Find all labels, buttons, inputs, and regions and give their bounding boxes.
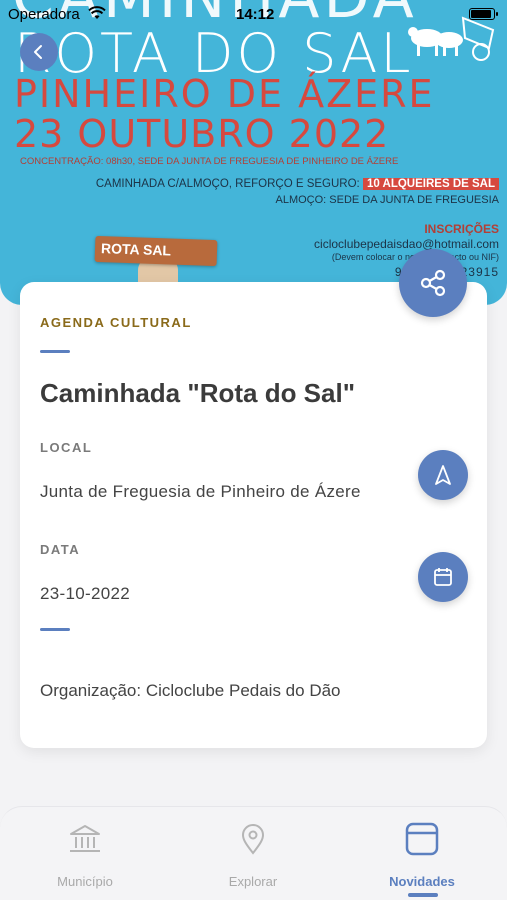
news-icon bbox=[405, 822, 439, 856]
add-to-calendar-button[interactable] bbox=[418, 552, 468, 602]
poster-inscriptions: INSCRIÇÕES bbox=[424, 222, 499, 236]
local-label: LOCAL bbox=[40, 440, 93, 455]
local-value: Junta de Freguesia de Pinheiro de Ázere bbox=[40, 482, 361, 501]
share-icon bbox=[420, 269, 446, 297]
wifi-icon bbox=[88, 6, 106, 19]
navigate-button[interactable] bbox=[418, 450, 468, 500]
poster-lunch: ALMOÇO: SEDE DA JUNTA DE FREGUESIA bbox=[275, 194, 499, 206]
poster-walk-info: CAMINHADA C/ALMOÇO, REFORÇO E SEGURO: 10… bbox=[96, 178, 499, 190]
tab-label: Novidades bbox=[389, 874, 455, 889]
building-icon bbox=[70, 825, 100, 852]
bottom-tab-bar: Município Explorar Novidades bbox=[0, 806, 507, 900]
poster-location: PINHEIRO DE ÁZERE bbox=[14, 72, 435, 116]
poster-email: cicloclubepedaisdao@hotmail.com bbox=[314, 237, 499, 251]
battery-level bbox=[471, 10, 492, 18]
event-detail-card: AGENDA CULTURAL Caminhada "Rota do Sal" … bbox=[20, 282, 487, 748]
back-button[interactable] bbox=[20, 33, 58, 71]
tab-explorar[interactable]: Explorar bbox=[193, 821, 313, 889]
carrier-name: Operadora bbox=[8, 6, 80, 23]
divider bbox=[40, 350, 70, 353]
divider bbox=[40, 628, 70, 631]
calendar-icon bbox=[434, 568, 452, 586]
category-label: AGENDA CULTURAL bbox=[40, 315, 192, 330]
poster-walk-price: 10 ALQUEIRES DE SAL bbox=[362, 178, 499, 190]
active-tab-indicator bbox=[408, 893, 438, 897]
poster-walk-text: CAMINHADA C/ALMOÇO, REFORÇO E SEGURO: bbox=[95, 178, 360, 190]
tab-municipio[interactable]: Município bbox=[25, 821, 145, 889]
poster-date: 23 OUTUBRO 2022 bbox=[14, 112, 390, 156]
date-value: 23-10-2022 bbox=[40, 584, 130, 603]
poster-concentration: CONCENTRAÇÃO: 08h30, SEDE DA JUNTA DE FR… bbox=[20, 156, 399, 167]
date-label: DATA bbox=[40, 542, 81, 557]
poster-sign: ROTA SAL bbox=[94, 235, 218, 267]
battery-icon bbox=[469, 8, 498, 20]
tab-label: Explorar bbox=[228, 874, 278, 889]
tab-novidades[interactable]: Novidades bbox=[362, 821, 482, 889]
event-title: Caminhada "Rota do Sal" bbox=[40, 378, 356, 408]
tab-label: Município bbox=[57, 874, 113, 889]
chevron-left-icon bbox=[34, 45, 42, 59]
status-bar: Operadora 14:12 bbox=[0, 0, 507, 28]
organization-text: Organização: Cicloclube Pedais do Dão bbox=[40, 681, 341, 700]
navigation-arrow-icon bbox=[435, 465, 451, 485]
location-pin-icon bbox=[241, 824, 265, 855]
share-button[interactable] bbox=[399, 249, 467, 317]
status-time: 14:12 bbox=[236, 6, 275, 23]
